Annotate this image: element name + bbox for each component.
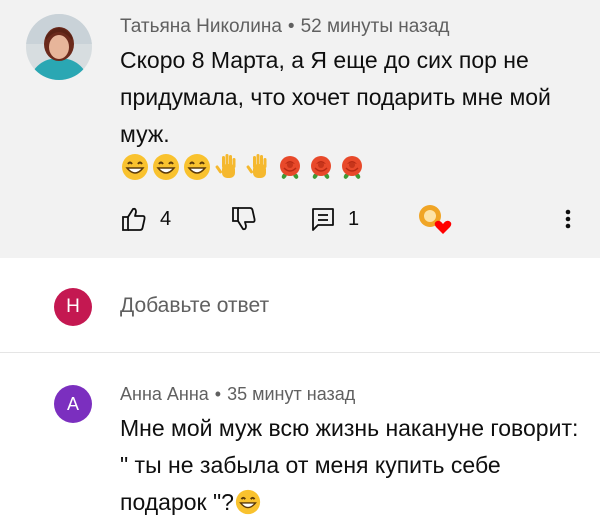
thumbs-down-icon xyxy=(232,207,256,231)
raised-hand-icon xyxy=(246,154,267,178)
reply-author-avatar[interactable]: А xyxy=(54,385,92,423)
divider xyxy=(0,352,600,353)
like-button[interactable]: 4 xyxy=(120,202,171,236)
grinning-face-icon xyxy=(184,154,210,180)
more-options-button[interactable] xyxy=(558,202,578,236)
comment-card: Татьяна Николина • 52 минуты назад Скоро 8… xyxy=(0,0,600,258)
rose-icon xyxy=(342,156,362,179)
creator-heart-icon xyxy=(419,205,452,234)
comment-meta: Татьяна Николина • 52 минуты назад xyxy=(120,16,450,38)
author-avatar[interactable] xyxy=(26,14,92,80)
comment-time[interactable]: 52 минуты назад xyxy=(301,16,450,37)
emoji-row xyxy=(120,152,367,182)
thumbs-up-icon xyxy=(122,207,146,231)
dislike-button[interactable] xyxy=(230,202,258,236)
like-count: 4 xyxy=(160,207,172,230)
meta-separator: • xyxy=(214,384,222,404)
add-reply-row[interactable]: Н Добавьте ответ xyxy=(0,280,600,336)
comment-actions: 4 1 xyxy=(120,202,590,236)
reply-meta: Анна Анна • 35 минут назад xyxy=(120,384,355,405)
grinning-face-icon xyxy=(153,154,179,180)
user-avatar[interactable]: Н xyxy=(54,288,92,326)
replies-button[interactable]: 1 xyxy=(310,202,359,236)
meta-separator: • xyxy=(287,16,295,37)
reply-count: 1 xyxy=(348,207,360,230)
reply-text: Мне мой муж всю жизнь накануне говорит: … xyxy=(120,415,579,515)
comment-author[interactable]: Татьяна Николина xyxy=(120,16,282,37)
reply-time[interactable]: 35 минут назад xyxy=(227,384,355,404)
reply-text-block: Мне мой муж всю жизнь накануне говорит: … xyxy=(120,410,590,521)
comment-text: Скоро 8 Марта, а Я еще до сих пор не при… xyxy=(120,47,551,147)
reply-author[interactable]: Анна Анна xyxy=(120,384,209,404)
rose-icon xyxy=(280,156,300,179)
grinning-face-icon xyxy=(122,154,148,180)
creator-heart-badge xyxy=(416,202,452,236)
add-reply-input[interactable]: Добавьте ответ xyxy=(120,294,269,318)
rose-icon xyxy=(311,156,331,179)
more-vertical-icon xyxy=(565,209,571,229)
comment-icon xyxy=(312,208,334,231)
grinning-face-icon xyxy=(235,489,261,515)
raised-hand-icon xyxy=(215,154,236,178)
